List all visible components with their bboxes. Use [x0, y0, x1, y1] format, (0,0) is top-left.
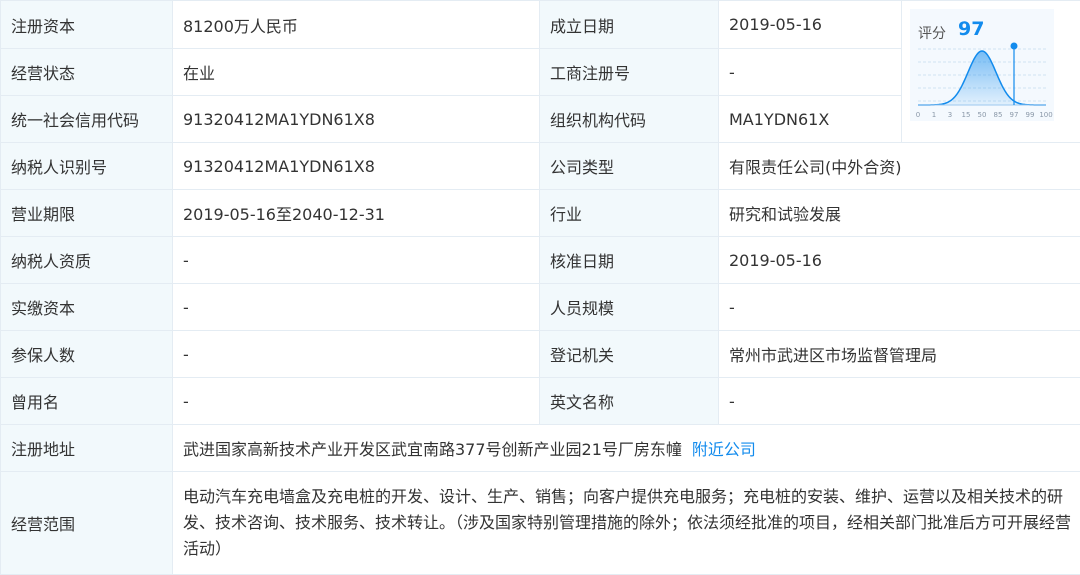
paid-capital-label: 实缴资本	[0, 283, 173, 331]
table-row: 注册地址 武进国家高新技术产业开发区武宜南路377号创新产业园21号厂房东幢 附近…	[0, 424, 1080, 472]
paid-capital-value: -	[172, 283, 540, 331]
score-marker-pin	[1010, 42, 1018, 50]
chart-tick-label: 3	[948, 111, 952, 119]
company-type-value: 有限责任公司(中外合资)	[718, 142, 1080, 190]
credit-code-label: 统一社会信用代码	[0, 95, 173, 143]
registered-address-label: 注册地址	[0, 424, 173, 472]
industry-value: 研究和试验发展	[718, 189, 1080, 237]
registered-address-cell: 武进国家高新技术产业开发区武宜南路377号创新产业园21号厂房东幢 附近公司	[172, 424, 1080, 472]
english-name-value: -	[718, 377, 1080, 425]
approval-date-value: 2019-05-16	[718, 236, 1080, 284]
nearby-companies-link[interactable]: 附近公司	[692, 440, 756, 459]
insured-count-label: 参保人数	[0, 330, 173, 378]
table-row: 曾用名 - 英文名称 -	[0, 377, 1080, 425]
table-row: 经营范围 电动汽车充电墙盒及充电桩的开发、设计、生产、销售；向客户提供充电服务；…	[0, 471, 1080, 575]
table-row: 纳税人识别号 91320412MA1YDN61X8 公司类型 有限责任公司(中外…	[0, 142, 1080, 190]
english-name-label: 英文名称	[539, 377, 719, 425]
business-term-label: 营业期限	[0, 189, 173, 237]
credit-code-value: 91320412MA1YDN61X8	[172, 95, 540, 143]
former-name-value: -	[172, 377, 540, 425]
chart-tick-label: 50	[978, 111, 987, 119]
score-distribution-chart: 0 1 3 15 50 85 97 99 100	[916, 42, 1053, 119]
score-card[interactable]: 评分 97 0 1 3 15 50 85 97 99 100	[910, 9, 1054, 121]
table-row: 营业期限 2019-05-16至2040-12-31 行业 研究和试验发展	[0, 189, 1080, 237]
org-code-value: MA1YDN61X	[718, 95, 902, 143]
taxpayer-id-value: 91320412MA1YDN61X8	[172, 142, 540, 190]
registered-address-value: 武进国家高新技术产业开发区武宜南路377号创新产业园21号厂房东幢	[183, 440, 682, 459]
staff-size-value: -	[718, 283, 1080, 331]
taxpayer-qualification-value: -	[172, 236, 540, 284]
table-row: 注册资本 81200万人民币 成立日期 2019-05-16 评分 97 013…	[0, 0, 1080, 143]
approval-date-label: 核准日期	[539, 236, 719, 284]
business-term-value: 2019-05-16至2040-12-31	[172, 189, 540, 237]
taxpayer-qualification-label: 纳税人资质	[0, 236, 173, 284]
operating-status-value: 在业	[172, 48, 540, 96]
chart-tick-label: 15	[962, 111, 971, 119]
chart-tick-label: 99	[1026, 111, 1035, 119]
registration-authority-label: 登记机关	[539, 330, 719, 378]
chart-tick-label: 85	[994, 111, 1003, 119]
registration-authority-value: 常州市武进区市场监督管理局	[718, 330, 1080, 378]
company-type-label: 公司类型	[539, 142, 719, 190]
staff-size-label: 人员规模	[539, 283, 719, 331]
chart-tick-label: 100	[1039, 111, 1052, 119]
table-row: 纳税人资质 - 核准日期 2019-05-16	[0, 236, 1080, 284]
insured-count-value: -	[172, 330, 540, 378]
table-row: 参保人数 - 登记机关 常州市武进区市场监督管理局	[0, 330, 1080, 378]
chart-tick-label: 97	[1010, 111, 1019, 119]
established-date-value: 2019-05-16	[718, 0, 902, 49]
business-reg-number-value: -	[718, 48, 902, 96]
taxpayer-id-label: 纳税人识别号	[0, 142, 173, 190]
chart-tick-label: 0	[916, 111, 920, 119]
registered-capital-label: 注册资本	[0, 0, 173, 49]
chart-tick-label: 1	[932, 111, 936, 119]
industry-label: 行业	[539, 189, 719, 237]
business-scope-label: 经营范围	[0, 471, 173, 575]
registered-capital-value: 81200万人民币	[172, 0, 540, 49]
table-row: 实缴资本 - 人员规模 -	[0, 283, 1080, 331]
company-info-table: 注册资本 81200万人民币 成立日期 2019-05-16 评分 97 013…	[0, 0, 1080, 575]
business-scope-value: 电动汽车充电墙盒及充电桩的开发、设计、生产、销售；向客户提供充电服务；充电桩的安…	[172, 471, 1080, 575]
business-reg-number-label: 工商注册号	[539, 48, 719, 96]
operating-status-label: 经营状态	[0, 48, 173, 96]
established-date-label: 成立日期	[539, 0, 719, 49]
former-name-label: 曾用名	[0, 377, 173, 425]
distribution-area	[918, 51, 1046, 105]
score-panel[interactable]: 评分 97 0 1 3 15 50 85 97 99 100	[901, 0, 1080, 143]
org-code-label: 组织机构代码	[539, 95, 719, 143]
